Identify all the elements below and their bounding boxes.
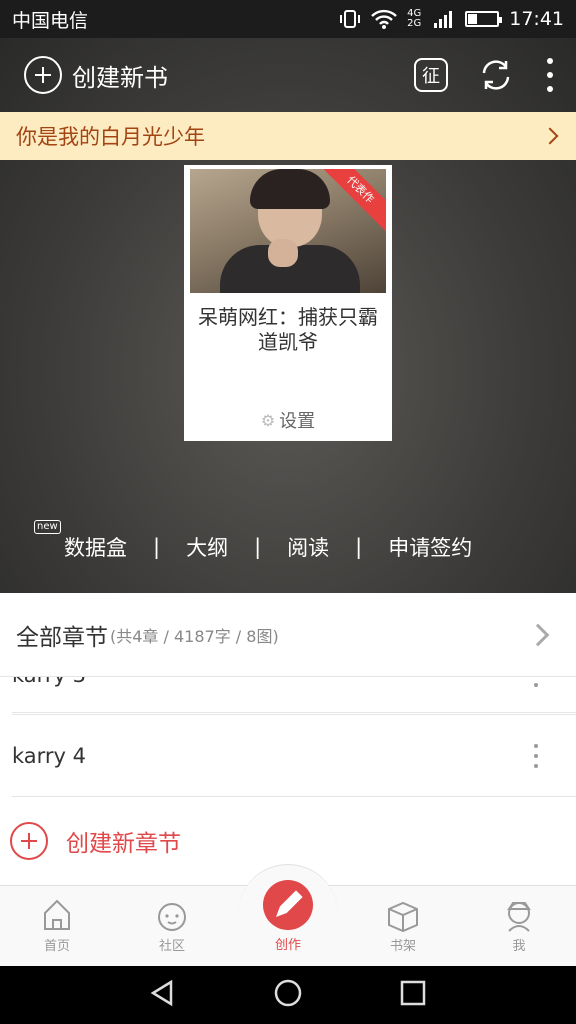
chapter-more-icon[interactable] xyxy=(534,743,538,768)
network-type: 4G 2G xyxy=(407,8,422,29)
tab-me[interactable]: 我 xyxy=(479,895,559,954)
profile-icon xyxy=(507,902,531,932)
apply-contract-link[interactable]: 申请签约 xyxy=(388,532,472,562)
tab-home[interactable]: 首页 xyxy=(17,895,97,954)
bookshelf-icon xyxy=(388,901,418,933)
tab-bookshelf[interactable]: 书架 xyxy=(363,895,443,954)
add-circle-icon xyxy=(24,56,62,94)
book-cover-image: 代表作 xyxy=(190,169,386,293)
book-actions: new 数据盒 | 大纲 | 阅读 | 申请签约 xyxy=(34,520,524,564)
refresh-icon[interactable] xyxy=(478,57,514,93)
home-button-icon[interactable] xyxy=(272,977,304,1013)
recent-apps-icon[interactable] xyxy=(397,977,429,1013)
wifi-icon xyxy=(371,9,397,29)
more-menu-icon[interactable] xyxy=(544,58,556,92)
separator: | xyxy=(254,535,262,559)
community-icon xyxy=(158,903,186,931)
home-icon xyxy=(44,899,70,930)
gear-icon: ⚙ xyxy=(260,410,276,430)
chapter-row[interactable]: karry 3 xyxy=(12,677,576,713)
settings-label: 设置 xyxy=(279,411,316,432)
chevron-right-icon xyxy=(541,127,559,145)
book-card[interactable]: 代表作 呆萌网红：捕获只霸道凯爷 ⚙ 设置 xyxy=(184,165,392,441)
battery-icon xyxy=(465,11,503,27)
read-link[interactable]: 阅读 xyxy=(287,532,329,562)
all-chapters-header[interactable]: 全部章节 (共4章 / 4187字 / 8图) xyxy=(0,593,576,677)
status-icons: 4G 2G 17:41 xyxy=(339,8,564,30)
chevron-right-icon xyxy=(526,623,550,646)
create-chapter-button[interactable]: 创建新章节 xyxy=(10,822,181,860)
create-book-button[interactable]: 创建新书 xyxy=(24,56,414,94)
outline-link[interactable]: 大纲 xyxy=(186,532,228,562)
contest-button[interactable]: 征 xyxy=(414,58,448,92)
chapters-summary: (共4章 / 4187字 / 8图) xyxy=(110,626,279,646)
tab-create[interactable]: 创作 xyxy=(248,880,328,953)
create-chapter-label: 创建新章节 xyxy=(66,831,181,857)
chapter-row[interactable]: karry 4 xyxy=(12,714,576,797)
add-circle-icon xyxy=(10,822,48,860)
system-nav-bar xyxy=(0,966,576,1024)
chapters-title: 全部章节 xyxy=(16,624,108,651)
create-book-label: 创建新书 xyxy=(72,63,168,92)
top-toolbar: 创建新书 征 xyxy=(0,38,576,112)
status-bar: 中国电信 4G 2G 17:41 xyxy=(0,0,576,38)
data-box-link[interactable]: new 数据盒 xyxy=(34,520,127,562)
book-banner[interactable]: 你是我的白月光少年 xyxy=(0,112,576,160)
chapter-title: karry 4 xyxy=(12,743,87,768)
book-title: 呆萌网红：捕获只霸道凯爷 xyxy=(198,305,378,354)
book-settings-button[interactable]: ⚙ 设置 xyxy=(184,407,392,433)
vibrate-icon xyxy=(339,9,361,29)
new-badge: new xyxy=(34,520,61,534)
tab-community[interactable]: 社区 xyxy=(132,895,212,954)
chapter-title: karry 3 xyxy=(12,677,534,687)
signal-icon xyxy=(433,9,455,29)
carrier-name: 中国电信 xyxy=(12,9,89,32)
banner-text: 你是我的白月光少年 xyxy=(16,125,205,149)
pen-icon xyxy=(263,880,313,930)
separator: | xyxy=(153,535,161,559)
separator: | xyxy=(355,535,363,559)
back-icon[interactable] xyxy=(147,977,179,1013)
chapter-more-icon[interactable] xyxy=(534,677,538,687)
chapter-list-clip: karry 3 xyxy=(0,677,576,713)
clock: 17:41 xyxy=(509,8,564,30)
